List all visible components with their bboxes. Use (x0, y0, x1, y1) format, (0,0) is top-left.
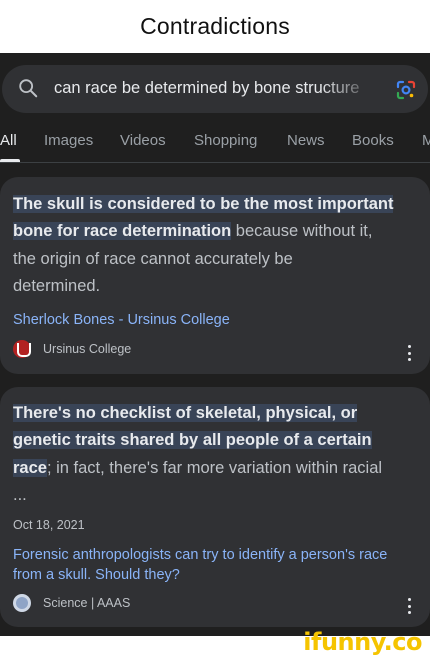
tab-all[interactable]: All (0, 132, 17, 149)
result-source[interactable]: Science | AAAS (13, 594, 130, 612)
ursinus-logo-icon (13, 340, 31, 358)
ifunny-watermark: ifunny.co (303, 628, 422, 656)
snippet-highlight: genetic traits shared by all people of a… (13, 431, 372, 450)
search-bar[interactable]: can race be determined by bone structure (2, 65, 428, 113)
snippet-text: determined. (13, 276, 101, 295)
tab-images[interactable]: Images (44, 132, 93, 149)
search-icon[interactable] (17, 77, 39, 99)
snippet-ellipsis: ... (13, 485, 27, 504)
aaas-logo-icon (13, 594, 31, 612)
meme-header: Contradictions (0, 0, 430, 53)
snippet-highlight: There's no checklist of skeletal, physic… (13, 404, 358, 422)
tab-news[interactable]: News (287, 132, 325, 149)
result-title-link[interactable]: Forensic anthropologists can try to iden… (13, 545, 413, 585)
tab-more[interactable]: M (422, 132, 430, 149)
snippet-highlight: bone for race determination (13, 222, 232, 241)
source-name: Science | AAAS (43, 596, 131, 610)
result-date: Oct 18, 2021 (13, 518, 85, 532)
snippet-text: ; in fact, there's far more variation wi… (46, 458, 383, 477)
tab-books[interactable]: Books (352, 132, 394, 149)
tab-videos[interactable]: Videos (120, 132, 166, 149)
snippet-text: because without it, (231, 222, 373, 241)
result-source[interactable]: Ursinus College (13, 340, 131, 358)
google-lens-icon[interactable] (394, 78, 418, 102)
snippet-highlight: The skull is considered to be the most i… (13, 195, 394, 213)
source-name: Ursinus College (43, 342, 132, 356)
result-title-link[interactable]: Sherlock Bones - Ursinus College (13, 310, 413, 330)
search-tabs: All Images Videos Shopping News Books M (0, 127, 430, 163)
result-snippet: There's no checklist of skeletal, physic… (13, 400, 413, 509)
more-options-icon[interactable] (408, 345, 412, 361)
more-options-icon[interactable] (408, 598, 412, 614)
search-result-card: There's no checklist of skeletal, physic… (0, 387, 430, 627)
snippet-highlight: race (13, 458, 47, 477)
meme-footer: ifunny.co (0, 628, 430, 657)
tab-shopping[interactable]: Shopping (194, 132, 257, 149)
meme-title: Contradictions (140, 13, 290, 39)
search-input[interactable]: can race be determined by bone structure (54, 79, 378, 101)
snippet-text: the origin of race cannot accurately be (13, 249, 293, 268)
result-snippet: The skull is considered to be the most i… (13, 191, 413, 300)
tab-all-underline (0, 159, 20, 162)
google-search-screen: can race be determined by bone structure… (0, 53, 430, 636)
search-result-card: The skull is considered to be the most i… (0, 177, 430, 374)
